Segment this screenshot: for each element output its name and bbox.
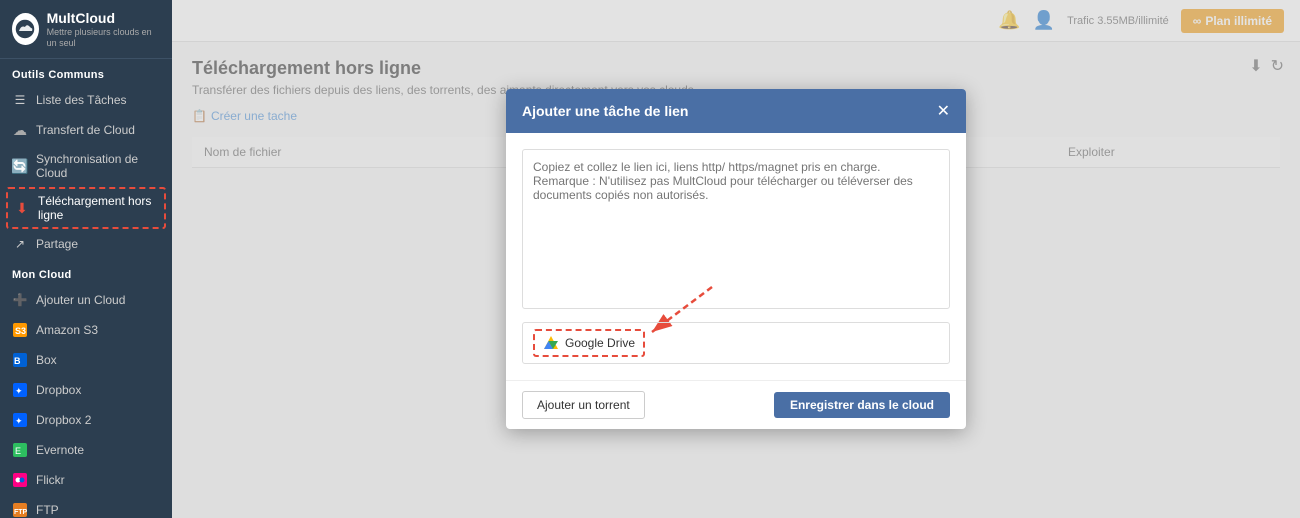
main-content: 🔔 👤 Trafic 3.55MB/illimité ∞ Plan illimi… <box>172 0 1300 518</box>
sidebar-item-ftp[interactable]: FTP FTP <box>0 495 172 518</box>
modal-header: Ajouter une tâche de lien ✕ <box>506 89 966 133</box>
svg-text:B: B <box>14 356 21 366</box>
add-cloud-icon: ➕ <box>12 292 28 308</box>
gdrive-dest-icon <box>543 335 559 351</box>
dropbox-icon: ✦ <box>12 382 28 398</box>
svg-text:FTP: FTP <box>14 509 27 516</box>
sidebar-item-amazon[interactable]: S3 Amazon S3 <box>0 315 172 345</box>
modal-overlay: Ajouter une tâche de lien ✕ <box>172 0 1300 518</box>
modal-title: Ajouter une tâche de lien <box>522 103 688 119</box>
sidebar-item-share[interactable]: ↗ Partage <box>0 229 172 259</box>
sync-icon: 🔄 <box>12 158 28 174</box>
svg-text:S3: S3 <box>15 326 26 336</box>
list-icon: ☰ <box>12 92 28 108</box>
modal-body: Google Drive <box>506 133 966 380</box>
logo-icon <box>12 13 39 45</box>
modal-dialog: Ajouter une tâche de lien ✕ <box>506 89 966 429</box>
download-icon: ⬇ <box>14 200 30 216</box>
sidebar-item-evernote[interactable]: E Evernote <box>0 435 172 465</box>
logo-text-block: MultCloud Mettre plusieurs clouds en un … <box>47 10 160 48</box>
amazon-icon: S3 <box>12 322 28 338</box>
save-cloud-button[interactable]: Enregistrer dans le cloud <box>774 392 950 418</box>
sidebar: MultCloud Mettre plusieurs clouds en un … <box>0 0 172 518</box>
svg-text:✦: ✦ <box>15 416 23 426</box>
logo-name: MultCloud <box>47 10 160 27</box>
sidebar-item-sync[interactable]: 🔄 Synchronisation de Cloud <box>0 145 172 187</box>
svg-text:E: E <box>15 446 21 456</box>
link-textarea[interactable] <box>522 149 950 309</box>
sidebar-item-flickr[interactable]: Flickr <box>0 465 172 495</box>
box-icon: B <box>12 352 28 368</box>
sidebar-item-box[interactable]: B Box <box>0 345 172 375</box>
sidebar-item-add-cloud[interactable]: ➕ Ajouter un Cloud <box>0 285 172 315</box>
modal-footer: Ajouter un torrent Enregistrer dans le c… <box>506 380 966 429</box>
sidebar-item-transfer[interactable]: ☁ Transfert de Cloud <box>0 115 172 145</box>
ftp-icon: FTP <box>12 502 28 518</box>
sidebar-item-offline[interactable]: ⬇ Téléchargement hors ligne <box>6 187 166 229</box>
section-title-mon-cloud: Mon Cloud <box>0 259 172 285</box>
destination-selector[interactable]: Google Drive <box>533 329 645 357</box>
sidebar-item-tasks[interactable]: ☰ Liste des Tâches <box>0 85 172 115</box>
section-title-outils: Outils Communs <box>0 59 172 85</box>
add-torrent-button[interactable]: Ajouter un torrent <box>522 391 645 419</box>
svg-text:✦: ✦ <box>15 386 23 396</box>
destination-label: Google Drive <box>565 336 635 350</box>
modal-destination-row: Google Drive <box>522 322 950 364</box>
sidebar-item-dropbox2[interactable]: ✦ Dropbox 2 <box>0 405 172 435</box>
sidebar-item-dropbox[interactable]: ✦ Dropbox <box>0 375 172 405</box>
transfer-icon: ☁ <box>12 122 28 138</box>
share-icon: ↗ <box>12 236 28 252</box>
sidebar-header: MultCloud Mettre plusieurs clouds en un … <box>0 0 172 59</box>
modal-close-button[interactable]: ✕ <box>937 101 950 121</box>
evernote-icon: E <box>12 442 28 458</box>
flickr-icon <box>12 472 28 488</box>
dropbox2-icon: ✦ <box>12 412 28 428</box>
logo-tagline: Mettre plusieurs clouds en un seul <box>47 27 160 49</box>
